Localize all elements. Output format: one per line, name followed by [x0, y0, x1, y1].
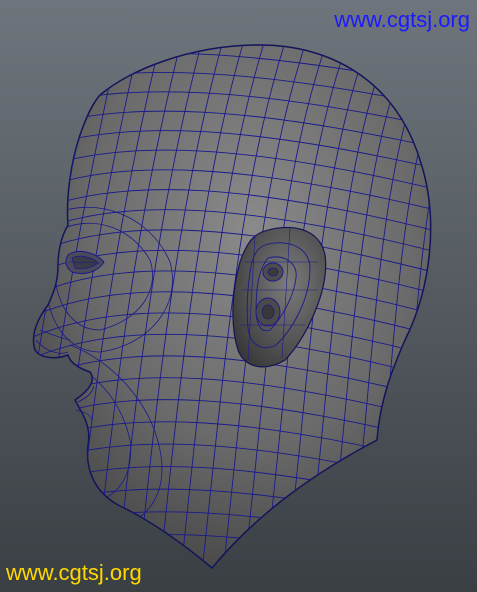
viewport-3d[interactable]: www.cgtsj.org www.cgtsj.org: [0, 0, 477, 592]
viewport-canvas[interactable]: [0, 0, 477, 592]
watermark-top-right: www.cgtsj.org: [334, 7, 470, 32]
watermark-bottom-left: www.cgtsj.org: [6, 560, 142, 585]
